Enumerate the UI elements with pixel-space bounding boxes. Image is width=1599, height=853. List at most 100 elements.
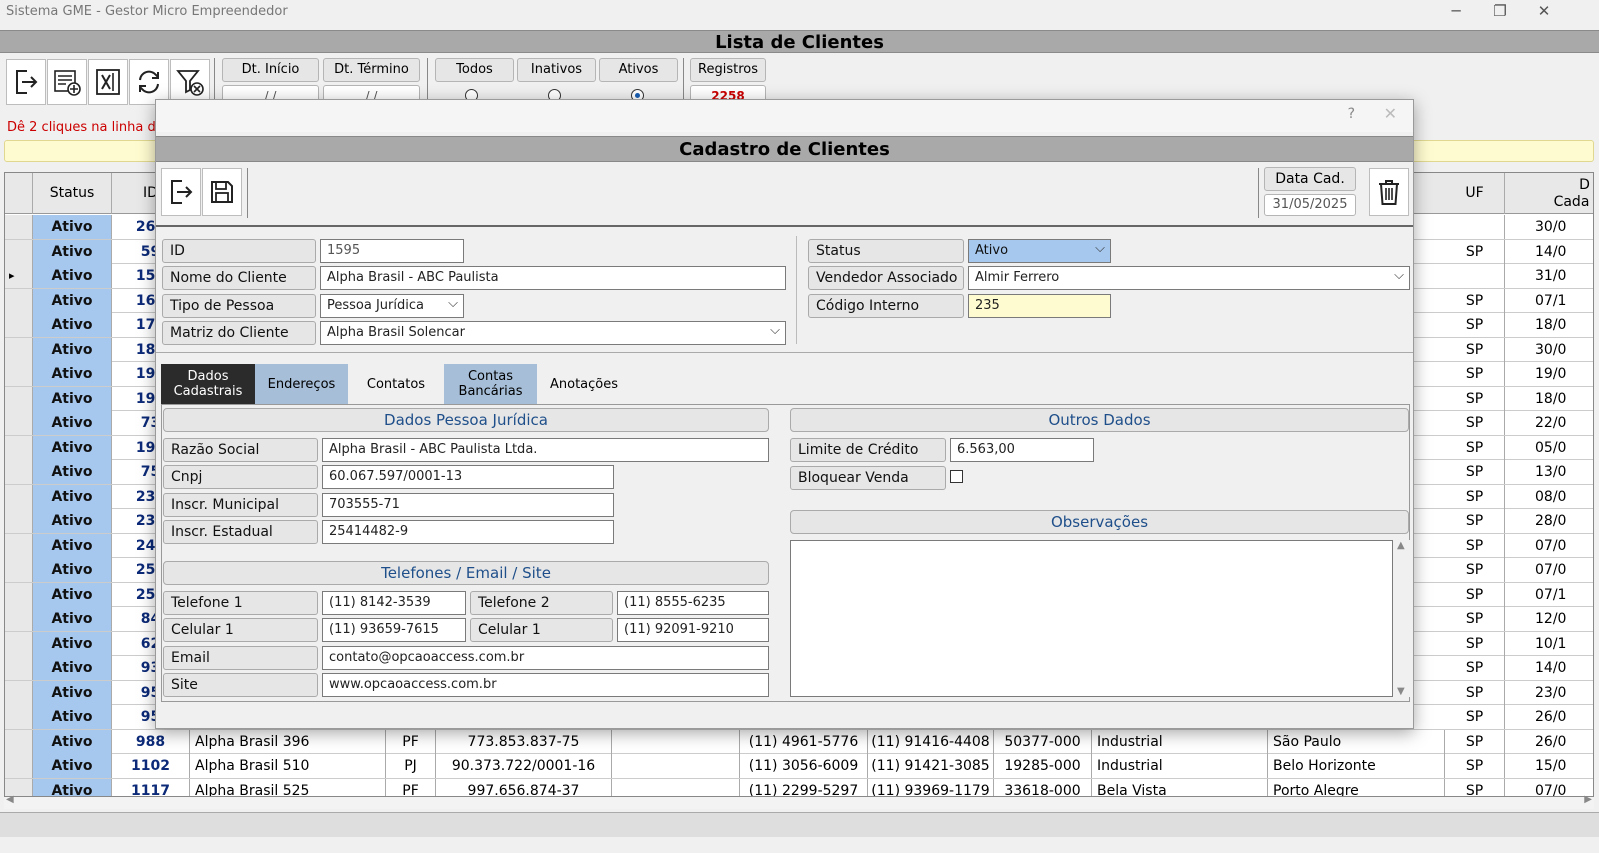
codigo-interno-label: Código Interno xyxy=(808,294,964,318)
bairro-cell: Industrial xyxy=(1092,729,1268,754)
table-row[interactable]: Ativo 988 Alpha Brasil 396 PF 773.853.837-75… xyxy=(5,729,1593,754)
dt-cell: 07/0 xyxy=(1505,534,1593,558)
tab-dados-cadastrais[interactable]: Dados Cadastrais xyxy=(161,364,255,404)
uf-cell: SP xyxy=(1445,509,1505,533)
app-titlebar: Sistema GME - Gestor Micro Empreendedor … xyxy=(0,0,1599,25)
filter-inativos-button[interactable]: Inativos xyxy=(517,58,596,82)
help-icon[interactable]: ? xyxy=(1348,106,1355,122)
tab-contatos[interactable]: Contatos xyxy=(348,364,444,404)
id-field[interactable]: 1595 xyxy=(320,239,464,263)
scroll-down-icon[interactable]: ▼ xyxy=(1397,686,1405,697)
inscr-municipal-field[interactable]: 703555-71 xyxy=(322,493,614,517)
bairro-cell: Bela Vista xyxy=(1092,778,1268,796)
site-field[interactable]: www.opcaoaccess.com.br xyxy=(322,673,769,697)
tab-contas-bancarias[interactable]: Contas Bancárias xyxy=(444,364,537,404)
uf-cell: SP xyxy=(1445,656,1505,680)
uf-cell: SP xyxy=(1445,411,1505,435)
column-dt-cadastro[interactable]: D Cada xyxy=(1505,173,1593,214)
vendedor-label: Vendedor Associado xyxy=(808,266,964,290)
inscr-estadual-field[interactable]: 25414482-9 xyxy=(322,520,614,544)
dt-cell: 30/0 xyxy=(1505,215,1593,239)
dt-cell: 23/0 xyxy=(1505,681,1593,705)
uf-cell: SP xyxy=(1445,729,1505,754)
list-hint: Dê 2 cliques na linha do xyxy=(7,120,164,135)
nome-cell: Alpha Brasil 396 xyxy=(190,729,386,754)
list-title: Lista de Clientes xyxy=(0,30,1599,53)
telefone2-label: Telefone 2 xyxy=(470,591,613,615)
telefone2-field[interactable]: (11) 8555-6235 xyxy=(617,591,769,615)
status-cell: Ativo xyxy=(33,362,112,386)
celular2-field[interactable]: (11) 92091-9210 xyxy=(617,618,769,642)
row-selector xyxy=(5,215,33,239)
email-field[interactable]: contato@opcaoaccess.com.br xyxy=(322,646,769,670)
status-cell: Ativo xyxy=(33,680,112,705)
table-row[interactable]: Ativo 1117 Alpha Brasil 525 PF 997.656.874-3… xyxy=(5,778,1593,796)
row-selector-header xyxy=(5,173,33,214)
limite-credito-field[interactable]: 6.563,00 xyxy=(950,438,1094,462)
row-selector xyxy=(5,656,33,680)
minimize-icon[interactable]: ─ xyxy=(1434,0,1478,25)
cnpj-field[interactable]: 60.067.597/0001-13 xyxy=(322,465,614,489)
dt-termino-button[interactable]: Dt. Término xyxy=(323,58,420,82)
tab-anotacoes[interactable]: Anotações xyxy=(537,364,631,404)
observacoes-scrollbar[interactable]: ▲ ▼ xyxy=(1394,540,1410,697)
bloquear-venda-checkbox[interactable] xyxy=(950,470,963,483)
celular-cell: (11) 91421-3085 xyxy=(868,754,994,778)
tipo-cell: PJ xyxy=(386,754,436,778)
nome-field[interactable]: Alpha Brasil - ABC Paulista xyxy=(320,266,786,290)
scroll-right-icon[interactable]: ▶ xyxy=(1584,794,1592,805)
vendedor-select[interactable]: Almir Ferrero xyxy=(968,266,1410,290)
dt-inicio-button[interactable]: Dt. Início xyxy=(222,58,319,82)
section-observacoes: Observações xyxy=(790,510,1409,534)
dialog-exit-button[interactable] xyxy=(161,168,201,216)
scroll-up-icon[interactable]: ▲ xyxy=(1397,540,1405,551)
celular1-field[interactable]: (11) 93659-7615 xyxy=(322,618,466,642)
section-pessoa-juridica: Dados Pessoa Jurídica xyxy=(163,408,769,432)
dt-cell: 26/0 xyxy=(1505,705,1593,729)
dialog-close-icon[interactable]: ✕ xyxy=(1384,104,1397,123)
uf-cell: SP xyxy=(1445,631,1505,656)
status-cell: Ativo xyxy=(33,435,112,460)
status-cell: Ativo xyxy=(33,509,112,533)
dt-cell: 07/1 xyxy=(1505,289,1593,313)
refresh-icon xyxy=(139,70,159,94)
horizontal-scrollbar[interactable]: ◀ ▶ xyxy=(4,794,1594,809)
column-uf[interactable]: UF xyxy=(1445,173,1505,214)
documento-cell: 997.656.874-37 xyxy=(436,778,612,796)
codigo-interno-field[interactable]: 235 xyxy=(968,294,1111,318)
exit-icon xyxy=(16,70,38,94)
maximize-icon[interactable]: ❐ xyxy=(1478,0,1522,25)
status-select[interactable]: Ativo xyxy=(968,239,1111,263)
exit-icon xyxy=(171,180,193,204)
uf-cell: SP xyxy=(1445,313,1505,337)
trash-icon xyxy=(1379,180,1399,205)
status-cell: Ativo xyxy=(33,215,112,239)
tipo-pessoa-select[interactable]: Pessoa Jurídica xyxy=(320,294,464,318)
razao-social-field[interactable]: Alpha Brasil - ABC Paulista Ltda. xyxy=(322,438,769,462)
celular2-label: Celular 1 xyxy=(470,618,613,642)
close-icon[interactable]: ✕ xyxy=(1522,0,1566,25)
filter-todos-button[interactable]: Todos xyxy=(435,58,514,82)
uf-cell: SP xyxy=(1445,533,1505,558)
save-button[interactable] xyxy=(202,168,242,216)
row-selector xyxy=(5,386,33,411)
tab-enderecos[interactable]: Endereços xyxy=(255,364,348,404)
section-telefones: Telefones / Email / Site xyxy=(163,561,769,585)
delete-button[interactable] xyxy=(1369,168,1409,216)
matriz-select[interactable]: Alpha Brasil Solencar xyxy=(320,321,786,345)
uf-cell: SP xyxy=(1445,435,1505,460)
exit-button[interactable] xyxy=(6,59,46,105)
data-cad-field[interactable]: 31/05/2025 xyxy=(1264,194,1356,216)
export-excel-button[interactable] xyxy=(88,59,128,105)
observacoes-textarea[interactable] xyxy=(790,540,1393,697)
row-selector xyxy=(5,582,33,607)
scroll-left-icon[interactable]: ◀ xyxy=(6,794,14,805)
telefone1-field[interactable]: (11) 8142-3539 xyxy=(322,591,466,615)
id-cell: 1102 xyxy=(112,754,190,778)
add-record-button[interactable] xyxy=(47,59,87,105)
status-cell: Ativo xyxy=(33,558,112,582)
filter-ativos-button[interactable]: Ativos xyxy=(599,58,678,82)
uf-cell xyxy=(1445,264,1505,288)
table-row[interactable]: Ativo 1102 Alpha Brasil 510 PJ 90.373.722/00… xyxy=(5,754,1593,779)
column-status[interactable]: Status xyxy=(33,173,112,214)
